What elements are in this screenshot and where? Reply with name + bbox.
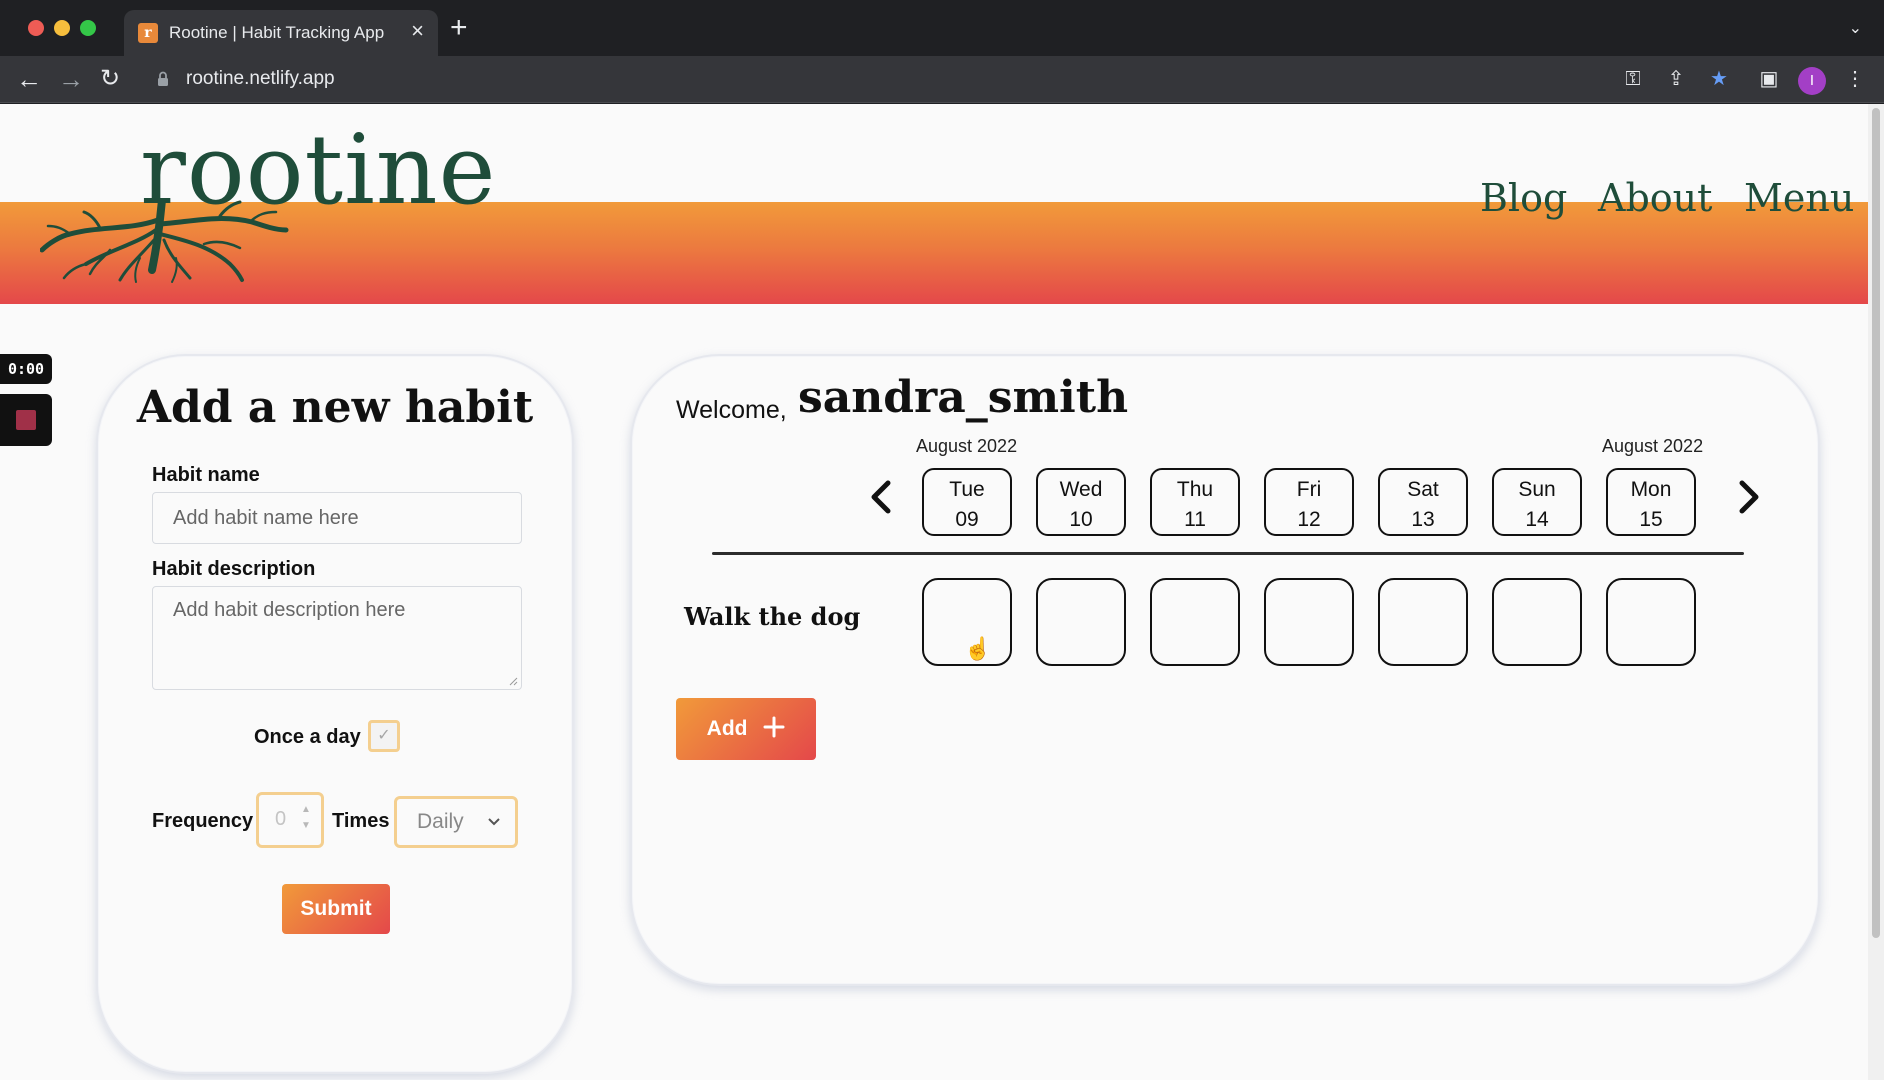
recording-stop-button[interactable] xyxy=(0,394,52,446)
lock-icon xyxy=(158,71,168,86)
header-divider xyxy=(712,552,1744,555)
browser-toolbar: ← → ↻ rootine.netlify.app ⚿ ⇪ ★ ▣ I ⋮ xyxy=(0,56,1884,103)
habit-checkbox-mon[interactable] xyxy=(1606,578,1696,666)
add-habit-title: Add a new habit xyxy=(136,382,534,433)
nav-about-link[interactable]: About xyxy=(1598,176,1712,220)
frequency-value: 0 xyxy=(275,808,287,830)
spin-down-icon[interactable]: ▼ xyxy=(301,821,311,831)
habit-checkbox-sun[interactable] xyxy=(1492,578,1582,666)
day-header-thu[interactable]: Thu 11 xyxy=(1150,468,1240,536)
day-header-tue[interactable]: Tue 09 xyxy=(922,468,1012,536)
habit-description-label: Habit description xyxy=(152,558,316,580)
browser-tab[interactable]: r Rootine | Habit Tracking App × xyxy=(124,10,438,56)
forward-arrow-icon[interactable]: → xyxy=(58,64,84,94)
frequency-number-input[interactable]: 0 ▲ ▼ xyxy=(256,792,324,848)
bookmark-star-icon[interactable]: ★ xyxy=(1706,66,1732,92)
new-tab-plus-icon[interactable]: + xyxy=(450,13,468,43)
tab-title: Rootine | Habit Tracking App xyxy=(169,23,385,42)
month-label-left: August 2022 xyxy=(916,436,1018,456)
habit-checkbox-fri[interactable] xyxy=(1264,578,1354,666)
once-a-day-checkbox[interactable]: ✓ xyxy=(368,720,400,752)
rootine-favicon-icon: r xyxy=(138,23,158,43)
hand-pointer-cursor-icon: ☝ xyxy=(964,636,992,661)
side-panel-icon[interactable]: ▣ xyxy=(1756,66,1782,92)
habit-name-input[interactable] xyxy=(152,492,522,544)
add-habit-button[interactable]: Add xyxy=(676,698,816,760)
plus-icon xyxy=(763,716,785,738)
day-date: 14 xyxy=(1525,508,1549,531)
day-date: 12 xyxy=(1297,508,1321,531)
username: sandra_smith xyxy=(798,372,1129,423)
times-label: Times xyxy=(332,810,390,832)
day-header-mon[interactable]: Mon 15 xyxy=(1606,468,1696,536)
day-of-week: Sun xyxy=(1518,478,1556,501)
tab-search-chevron-icon[interactable]: ⌄ xyxy=(1849,18,1862,38)
browser-titlebar: r Rootine | Habit Tracking App × + ⌄ xyxy=(0,0,1884,56)
spin-up-icon[interactable]: ▲ xyxy=(301,805,311,815)
day-of-week: Sat xyxy=(1407,478,1439,501)
habit-description-input[interactable] xyxy=(152,586,522,690)
add-habit-card: Add a new habit Habit name Habit descrip… xyxy=(96,354,574,1074)
back-arrow-icon[interactable]: ← xyxy=(16,64,42,94)
nav-menu-link[interactable]: Menu xyxy=(1744,176,1854,220)
once-a-day-label: Once a day xyxy=(254,726,361,748)
day-header-fri[interactable]: Fri 12 xyxy=(1264,468,1354,536)
day-header-sat[interactable]: Sat 13 xyxy=(1378,468,1468,536)
habit-row-name: Walk the dog xyxy=(684,602,861,631)
day-date: 09 xyxy=(955,508,979,531)
nav-blog-link[interactable]: Blog xyxy=(1480,176,1567,220)
previous-week-arrow-icon[interactable] xyxy=(870,480,892,514)
day-header-wed[interactable]: Wed 10 xyxy=(1036,468,1126,536)
tab-close-icon[interactable]: × xyxy=(411,20,424,42)
more-menu-icon[interactable]: ⋮ xyxy=(1842,66,1868,92)
page-viewport: rootine Blog About Menu 0:00 Add a new h… xyxy=(0,104,1868,1080)
profile-avatar[interactable]: I xyxy=(1798,67,1826,95)
share-icon[interactable]: ⇪ xyxy=(1663,66,1689,92)
maximize-window-button[interactable] xyxy=(80,20,96,36)
day-header-sun[interactable]: Sun 14 xyxy=(1492,468,1582,536)
day-date: 13 xyxy=(1411,508,1435,531)
address-bar-url[interactable]: rootine.netlify.app xyxy=(186,68,335,90)
page-scrollbar[interactable] xyxy=(1868,104,1884,1080)
next-week-arrow-icon[interactable] xyxy=(1738,480,1760,514)
scrollbar-thumb[interactable] xyxy=(1872,108,1880,938)
roots-logo-icon xyxy=(40,200,289,283)
habit-checkbox-sat[interactable] xyxy=(1378,578,1468,666)
day-of-week: Mon xyxy=(1630,478,1672,501)
period-select-value: Daily xyxy=(417,810,464,833)
key-icon[interactable]: ⚿ xyxy=(1620,66,1646,92)
day-date: 10 xyxy=(1069,508,1093,531)
welcome-label: Welcome, xyxy=(676,396,787,424)
minimize-window-button[interactable] xyxy=(54,20,70,36)
period-select[interactable]: Daily xyxy=(394,796,518,848)
habit-checkbox-wed[interactable] xyxy=(1036,578,1126,666)
add-button-label: Add xyxy=(706,717,748,740)
reload-icon[interactable]: ↻ xyxy=(100,64,120,94)
submit-button[interactable]: Submit xyxy=(282,884,390,934)
chevron-down-icon xyxy=(488,818,500,826)
month-label-right: August 2022 xyxy=(1602,436,1704,456)
habit-checkbox-tue[interactable]: ☝ xyxy=(922,578,1012,666)
habit-tracker-card: Welcome, sandra_smith August 2022 August… xyxy=(630,354,1820,986)
day-of-week: Tue xyxy=(949,478,985,501)
habit-checkbox-thu[interactable] xyxy=(1150,578,1240,666)
day-date: 15 xyxy=(1639,508,1663,531)
day-of-week: Wed xyxy=(1059,478,1103,501)
day-of-week: Fri xyxy=(1296,478,1322,501)
recording-timer: 0:00 xyxy=(0,354,52,384)
frequency-label: Frequency xyxy=(152,810,254,832)
habit-name-label: Habit name xyxy=(152,464,260,486)
close-window-button[interactable] xyxy=(28,20,44,36)
resize-grip-icon[interactable] xyxy=(508,676,518,686)
day-of-week: Thu xyxy=(1176,478,1214,501)
day-date: 11 xyxy=(1184,508,1206,531)
